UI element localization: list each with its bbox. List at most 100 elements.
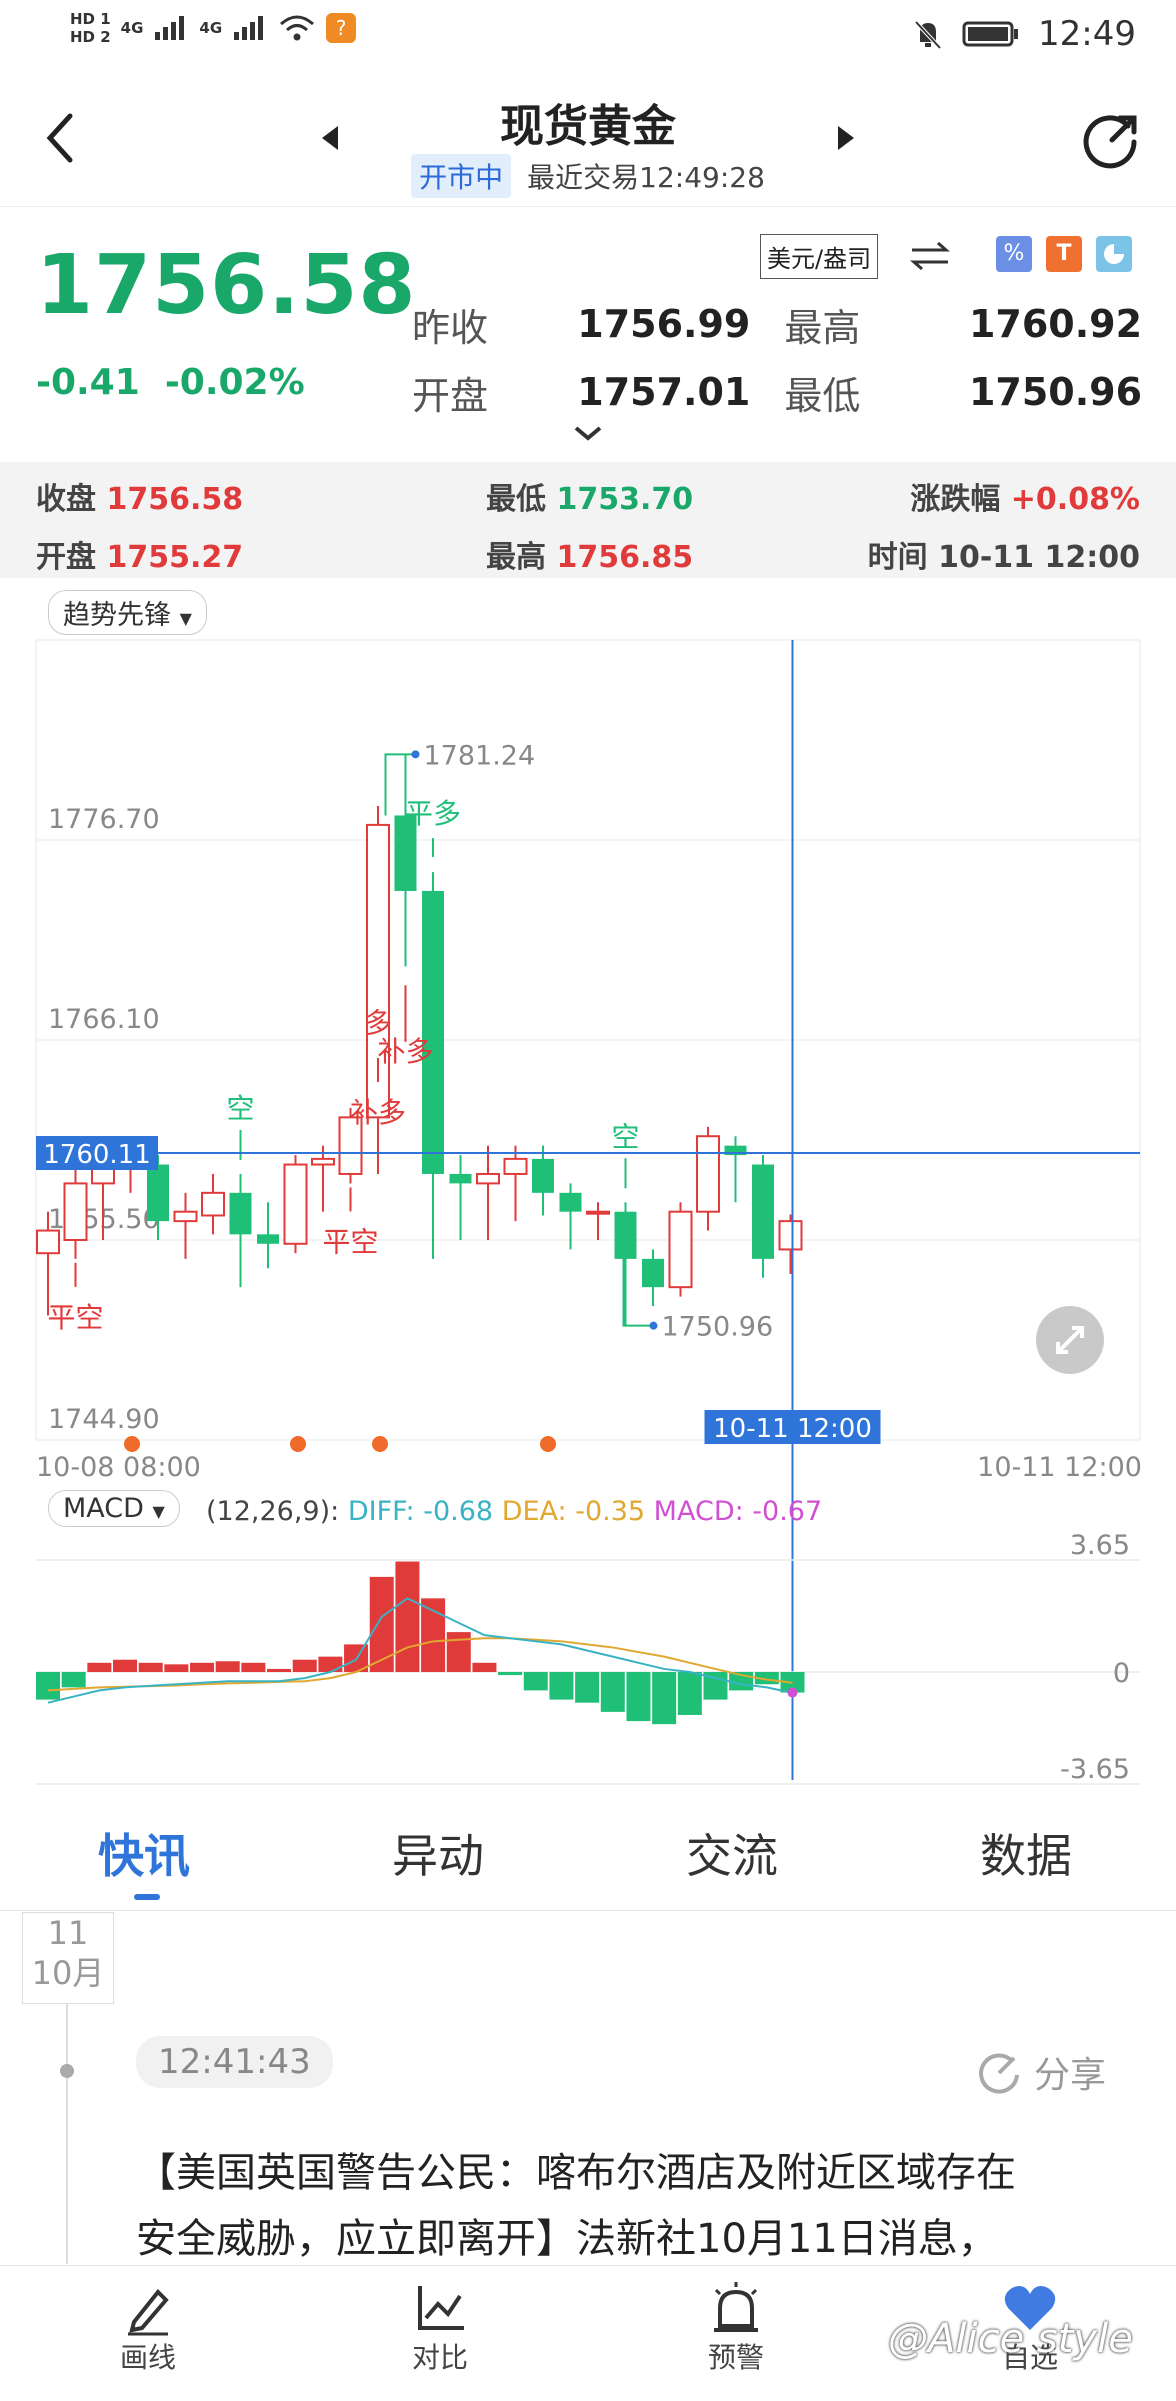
signal-label: 补多 [377,1035,433,1068]
macd-bar [36,1672,60,1700]
timeline-dot [60,2064,74,2078]
ohlc-time-value: 10-11 12:00 [938,540,1140,575]
tab-discussion[interactable]: 交流 [686,1820,778,1886]
unit-label[interactable]: 美元/盎司 [760,234,879,279]
swap-arrows-icon[interactable] [908,238,952,274]
next-triangle-icon[interactable] [834,122,858,154]
candle-body-down [449,1173,472,1184]
nav-draw-line[interactable]: 画线 [68,2278,228,2376]
ohlc-chg: 涨跌幅 +0.08% [910,474,1140,518]
low-value: 1750.96 [968,370,1143,414]
crosshair-time: 10-11 12:00 [713,1414,872,1444]
share-icon [979,2053,1019,2094]
macd-bar [138,1662,163,1672]
macd-diff-text: DIFF: -0.68 [347,1496,494,1527]
macd-bars [36,1561,805,1725]
change-abs: -0.41 [36,362,140,403]
news-date-box: 11 10月 [22,1912,114,2004]
ohlc-time-label: 时间 [867,540,928,575]
candle-body-up [668,1210,693,1289]
candle-body-down [614,1211,637,1259]
macd-bar [113,1659,138,1672]
min-price-label: 1750.96 [662,1312,774,1343]
ohlc-time: 时间 10-11 12:00 [868,532,1140,576]
macd-params: (12,26,9): [206,1496,340,1527]
macd-bar [652,1672,677,1725]
network2-label: 4G [199,19,223,37]
ohlc-open: 开盘 1755.27 [36,532,243,576]
quote-grid: 昨收 1756.99 最高 1760.92 开盘 1757.01 最低 1750… [412,290,1142,426]
wifi-icon [280,15,315,41]
t-tool-icon[interactable]: T [1046,236,1082,272]
quote-row-1: 昨收 1756.99 最高 1760.92 [412,290,1142,358]
refresh-icon[interactable] [1078,108,1142,172]
news-content[interactable]: 【美国英国警告公民：喀布尔酒店及附近区域存在 安全威胁，应立即离开】法新社10月… [136,2140,1146,2272]
ohlc-high-label: 最高 [486,540,546,575]
signal-label: 空 [611,1120,639,1153]
event-dot [290,1436,306,1452]
market-status-line: 开市中 最近交易12:49:28 [0,154,1176,198]
macd-bar [472,1662,497,1672]
news-line-1: 【美国英国警告公民：喀布尔酒店及附近区域存在 [136,2150,1016,2196]
macd-bar [61,1672,86,1688]
macd-bar [87,1662,112,1672]
candle-body-down [147,1164,169,1222]
active-tab-indicator [134,1894,160,1900]
macd-legend: (12,26,9): DIFF: -0.68 DEA: -0.35 MACD: … [206,1496,822,1527]
ohlc-low-label: 最低 [486,482,546,517]
macd-y-tick: 0 [1113,1658,1130,1689]
news-month: 10月 [31,1954,105,1992]
macd-caret-icon: ▼ [152,1502,165,1521]
ohlc-low: 最低 1753.70 [486,474,693,518]
app-header: 现货黄金 开市中 最近交易12:49:28 [0,82,1176,207]
news-day: 11 [47,1914,89,1952]
macd-y-tick: 3.65 [1070,1530,1130,1561]
dropdown-caret-icon: ▼ [179,609,192,628]
ohlc-close-label: 收盘 [36,482,96,517]
pie-tool-icon[interactable] [1096,236,1132,272]
tab-data[interactable]: 数据 [980,1820,1072,1886]
candle-body-down [422,890,444,1174]
macd-bar [241,1662,266,1672]
x-end-label: 10-11 12:00 [977,1452,1142,1483]
indicator-dropdown[interactable]: 趋势先锋 ▼ [48,590,207,635]
ohlc-open-value: 1755.27 [106,540,244,575]
signal2-icon [234,16,264,40]
expand-chevron-icon[interactable] [570,424,606,444]
macd-bar [369,1576,394,1672]
nav-compare[interactable]: 对比 [360,2278,520,2376]
macd-bar [318,1656,343,1672]
page-title: 现货黄金 [500,101,676,152]
signal-icon [155,16,185,40]
macd-grid: 3.65 0 -3.65 [36,1530,1140,1785]
ohlc-high: 最高 1756.85 [486,532,693,576]
candle-body-up [778,1220,803,1251]
tab-flash-news[interactable]: 快讯 [98,1820,190,1886]
event-dot [372,1436,388,1452]
macd-dropdown[interactable]: MACD ▼ [48,1490,180,1527]
current-price: 1756.58 [36,238,417,333]
macd-bar [498,1672,523,1676]
percent-tool-icon[interactable]: % [996,236,1032,272]
indicator-dropdown-label: 趋势先锋 [63,600,171,631]
ohlc-close-value: 1756.58 [106,482,244,517]
ohlc-chg-label: 涨跌幅 [910,482,1001,517]
macd-point [787,1687,798,1698]
candle-body-down [257,1234,279,1244]
candle-body-down [559,1192,582,1212]
macd-value-text: MACD: -0.67 [653,1496,823,1527]
candle-body-up [503,1157,528,1175]
nav-alert[interactable]: 预警 [656,2278,816,2376]
tab-movement[interactable]: 异动 [392,1820,484,1886]
alarm-light-icon [714,2282,758,2332]
candle-body-up [586,1210,610,1215]
candle-body-up [283,1163,308,1245]
candle-body-up [63,1182,88,1242]
share-button[interactable]: 分享 [976,2046,1106,2098]
fullscreen-button[interactable] [1036,1306,1104,1374]
candle-body-down [229,1192,252,1235]
min-marker-dot [649,1321,658,1330]
candle-body-up [173,1210,198,1223]
chart-area[interactable]: 1787.301776.701766.101755.501744.9010-08… [0,580,1176,1810]
candle-body-down [642,1258,664,1288]
